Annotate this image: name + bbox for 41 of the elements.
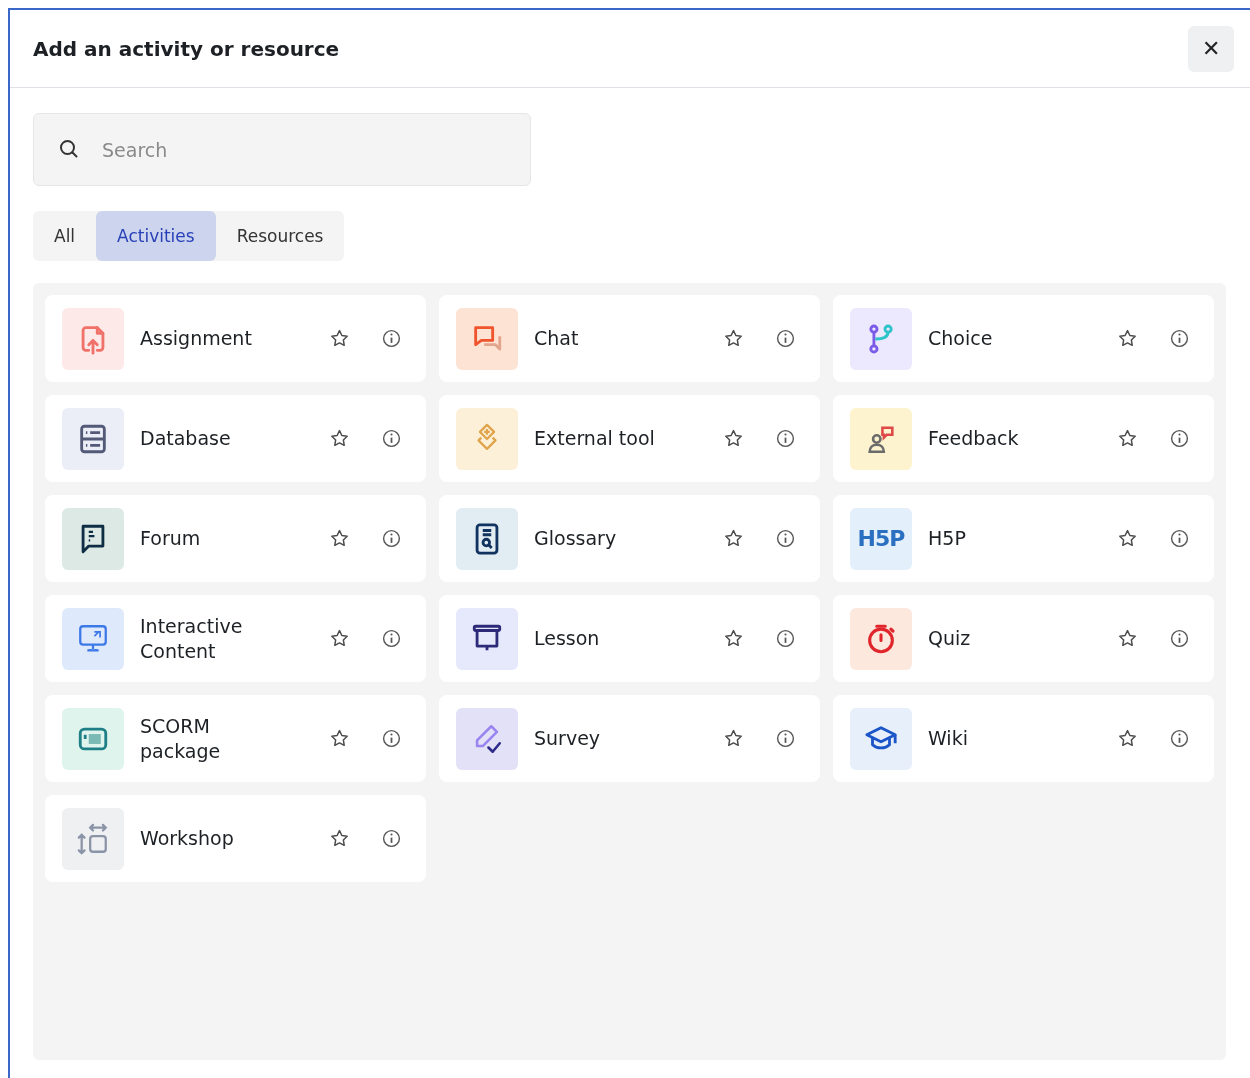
- activity-name: Interactive Content: [140, 613, 244, 664]
- search-icon: [57, 137, 81, 161]
- activity-card[interactable]: Interactive Content: [45, 595, 426, 682]
- activity-name: Workshop: [140, 826, 235, 851]
- activity-card[interactable]: Quiz: [833, 595, 1214, 682]
- activity-name: H5P: [928, 526, 967, 551]
- dialog-title: Add an activity or resource: [33, 36, 341, 61]
- activity-card[interactable]: Survey: [439, 695, 820, 782]
- filter-tab[interactable]: Resources: [215, 211, 345, 261]
- activity-name: SCORM package: [140, 713, 222, 764]
- h5p-logo: H5P: [857, 526, 905, 551]
- activity-card[interactable]: Glossary: [439, 495, 820, 582]
- resize-square-icon: [76, 821, 110, 856]
- filter-tab[interactable]: Activities: [96, 211, 216, 261]
- activity-name: Quiz: [928, 626, 972, 651]
- activity-card[interactable]: Database: [45, 395, 426, 482]
- search-field[interactable]: Search: [33, 113, 531, 186]
- activity-card[interactable]: Chat: [439, 295, 820, 382]
- activity-card[interactable]: SCORM package: [45, 695, 426, 782]
- activity-name: Survey: [534, 726, 602, 751]
- activity-name: Wiki: [928, 726, 969, 751]
- activity-name: External tool: [534, 426, 656, 451]
- filter-tab[interactable]: All: [33, 211, 97, 261]
- activity-card[interactable]: Lesson: [439, 595, 820, 682]
- activity-card[interactable]: Workshop: [45, 795, 426, 882]
- activity-card[interactable]: H5P H5P: [833, 495, 1214, 582]
- activity-name: Feedback: [928, 426, 1020, 451]
- activity-card[interactable]: Forum: [45, 495, 426, 582]
- activity-name: Forum: [140, 526, 202, 551]
- activity-card[interactable]: Wiki: [833, 695, 1214, 782]
- activity-name: Database: [140, 426, 232, 451]
- activity-name: Chat: [534, 326, 580, 351]
- activity-name: Lesson: [534, 626, 601, 651]
- activity-name: Assignment: [140, 326, 253, 351]
- close-button[interactable]: ✕: [1188, 25, 1234, 72]
- activity-card[interactable]: External tool: [439, 395, 820, 482]
- activity-card[interactable]: Feedback: [833, 395, 1214, 482]
- activity-name: Glossary: [534, 526, 618, 551]
- activity-card[interactable]: Choice: [833, 295, 1214, 382]
- activity-card[interactable]: Assignment: [45, 295, 426, 382]
- activity-name: Choice: [928, 326, 994, 351]
